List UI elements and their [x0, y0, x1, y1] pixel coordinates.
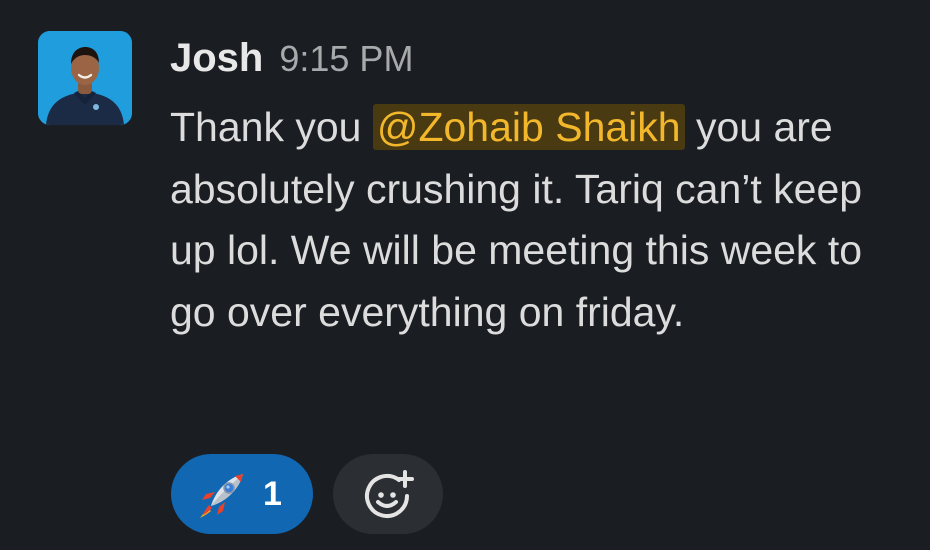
rocket-icon [200, 474, 243, 518]
author-name[interactable]: Josh [170, 36, 263, 80]
message-body: Thank you @Zohaib Shaikh you are absolut… [170, 97, 910, 343]
add-emoji-icon [365, 470, 414, 518]
user-photo-icon [38, 31, 132, 125]
reaction-count: 1 [263, 475, 282, 513]
avatar[interactable] [38, 31, 132, 125]
message-header: Josh 9:15 PM [170, 36, 413, 88]
chat-message: Josh 9:15 PM Thank you @Zohaib Shaikh you… [0, 0, 930, 550]
user-mention[interactable]: @Zohaib Shaikh [372, 104, 685, 150]
message-text-start: Thank you [170, 104, 373, 150]
message-timestamp[interactable]: 9:15 PM [279, 38, 413, 79]
add-reaction-button[interactable] [333, 454, 443, 534]
reaction-rocket[interactable]: 1 [171, 454, 313, 534]
